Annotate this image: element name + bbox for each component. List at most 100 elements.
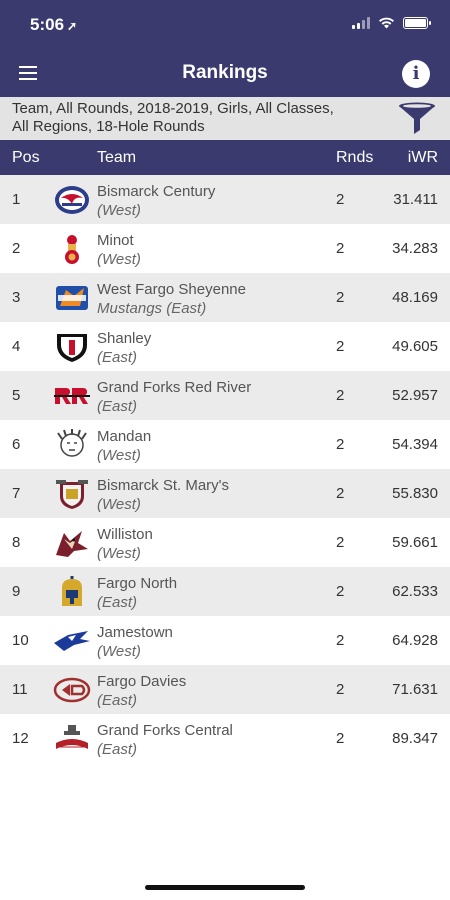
row-team-region: (West) xyxy=(97,202,141,219)
row-rnds: 2 xyxy=(336,730,345,747)
row-rnds: 2 xyxy=(336,289,345,306)
row-team-name: Grand Forks Central xyxy=(97,722,233,739)
row-pos: 8 xyxy=(12,534,21,551)
row-team-region: (West) xyxy=(97,447,141,464)
fargo-davies-eagle-logo-icon xyxy=(53,677,91,703)
row-iwr: 54.394 xyxy=(392,436,438,453)
row-pos: 10 xyxy=(12,632,29,649)
row-team-name: Bismarck St. Mary's xyxy=(97,477,230,494)
column-header-iwr[interactable]: iWR xyxy=(408,149,438,167)
row-team-region: (East) xyxy=(97,349,138,366)
filter-summary: Team, All Rounds, 2018-2019, Girls, All … xyxy=(12,100,392,136)
filter-summary-bar[interactable]: Team, All Rounds, 2018-2019, Girls, All … xyxy=(0,97,450,140)
status-icons xyxy=(352,17,431,29)
row-iwr: 48.169 xyxy=(392,289,438,306)
row-team-region: (West) xyxy=(97,496,141,513)
row-team-region: (West) xyxy=(97,643,141,660)
row-pos: 2 xyxy=(12,240,21,257)
row-team-name: West Fargo Sheyenne xyxy=(97,281,246,298)
row-team-name: Minot xyxy=(97,232,134,249)
row-rnds: 2 xyxy=(336,485,345,502)
sheyenne-mustangs-logo-icon xyxy=(56,286,88,310)
row-iwr: 62.533 xyxy=(392,583,438,600)
row-team-region: (West) xyxy=(97,251,141,268)
column-header-pos[interactable]: Pos xyxy=(12,149,40,167)
table-row[interactable]: 3 West Fargo Sheyenne Mustangs (East) 2 … xyxy=(0,273,450,322)
row-team-name: Mandan xyxy=(97,428,152,445)
info-icon[interactable]: i xyxy=(402,60,430,88)
row-team-region: (East) xyxy=(97,594,138,611)
table-row[interactable]: 5 Grand Forks Red River (East) 2 52.957 xyxy=(0,371,450,420)
row-pos: 12 xyxy=(12,730,29,747)
row-pos: 6 xyxy=(12,436,21,453)
row-team-name: Grand Forks Red River xyxy=(97,379,252,396)
row-rnds: 2 xyxy=(336,583,345,600)
cellular-signal-icon xyxy=(352,17,370,29)
status-time: 5:06 ➚ xyxy=(30,15,77,35)
row-iwr: 52.957 xyxy=(392,387,438,404)
table-row[interactable]: 2 Minot (West) 2 34.283 xyxy=(0,224,450,273)
wifi-icon xyxy=(379,17,394,29)
row-iwr: 49.605 xyxy=(392,338,438,355)
page-title: Rankings xyxy=(182,62,268,83)
table-row[interactable]: 10 Jamestown (West) 2 64.928 xyxy=(0,616,450,665)
column-header-rnds[interactable]: Rnds xyxy=(336,149,373,167)
row-rnds: 2 xyxy=(336,534,345,551)
status-time-label: 5:06 xyxy=(30,15,65,34)
home-indicator[interactable] xyxy=(145,885,305,890)
row-team-name: Jamestown xyxy=(97,624,173,641)
row-team-region: (West) xyxy=(97,545,141,562)
row-team-region: (East) xyxy=(97,398,138,415)
table-header: Pos Team Rnds iWR xyxy=(0,140,450,175)
row-iwr: 89.347 xyxy=(392,730,438,747)
red-river-rr-logo-icon xyxy=(54,388,90,404)
funnel-filter-icon[interactable] xyxy=(397,102,437,136)
table-row[interactable]: 12 Grand Forks Central (East) 2 89.347 xyxy=(0,714,450,763)
row-pos: 3 xyxy=(12,289,21,306)
row-rnds: 2 xyxy=(336,191,345,208)
row-team-name: Shanley xyxy=(97,330,152,347)
row-iwr: 59.661 xyxy=(392,534,438,551)
row-iwr: 34.283 xyxy=(392,240,438,257)
row-rnds: 2 xyxy=(336,387,345,404)
column-header-team[interactable]: Team xyxy=(97,149,136,167)
jamestown-bluejay-logo-icon xyxy=(54,631,90,651)
row-iwr: 71.631 xyxy=(392,681,438,698)
row-iwr: 64.928 xyxy=(392,632,438,649)
table-row[interactable]: 8 Williston (West) 2 59.661 xyxy=(0,518,450,567)
mandan-braves-logo-icon xyxy=(57,429,87,457)
location-arrow-icon: ➚ xyxy=(67,19,78,33)
row-rnds: 2 xyxy=(336,436,345,453)
table-row[interactable]: 6 Mandan (West) 2 54.394 xyxy=(0,420,450,469)
row-team-name: Fargo North xyxy=(97,575,178,592)
shanley-shield-logo-icon xyxy=(57,334,87,362)
filter-summary-line1: Team, All Rounds, 2018-2019, Girls, All … xyxy=(12,100,334,117)
row-rnds: 2 xyxy=(336,240,345,257)
row-rnds: 2 xyxy=(336,338,345,355)
row-team-name: Williston xyxy=(97,526,153,543)
fargo-north-spartan-logo-icon xyxy=(62,576,82,606)
row-team-region: (East) xyxy=(97,741,138,758)
row-pos: 5 xyxy=(12,387,21,404)
row-pos: 11 xyxy=(12,681,28,698)
filter-summary-line2: All Regions, 18-Hole Rounds xyxy=(12,118,205,135)
row-rnds: 2 xyxy=(336,632,345,649)
table-row[interactable]: 7 Bismarck St. Mary's (West) 2 55.830 xyxy=(0,469,450,518)
century-patriots-logo-icon xyxy=(55,186,89,214)
williston-coyote-logo-icon xyxy=(56,531,88,557)
top-bar: 5:06 ➚ Rankings i xyxy=(0,0,450,97)
row-team-name: Bismarck Century xyxy=(97,183,216,200)
table-row[interactable]: 1 Bismarck Century (West) 2 31.411 xyxy=(0,175,450,224)
table-row[interactable]: 4 Shanley (East) 2 49.605 xyxy=(0,322,450,371)
st-marys-saints-logo-icon xyxy=(56,480,88,509)
row-pos: 4 xyxy=(12,338,21,355)
table-row[interactable]: 9 Fargo North (East) 2 62.533 xyxy=(0,567,450,616)
gf-central-knights-logo-icon xyxy=(56,725,88,749)
battery-icon xyxy=(403,17,431,29)
row-team-region: (East) xyxy=(97,692,138,709)
row-iwr: 31.411 xyxy=(393,191,438,208)
table-row[interactable]: 11 Fargo Davies (East) 2 71.631 xyxy=(0,665,450,714)
row-pos: 7 xyxy=(12,485,21,502)
row-pos: 1 xyxy=(12,191,21,208)
row-iwr: 55.830 xyxy=(392,485,438,502)
